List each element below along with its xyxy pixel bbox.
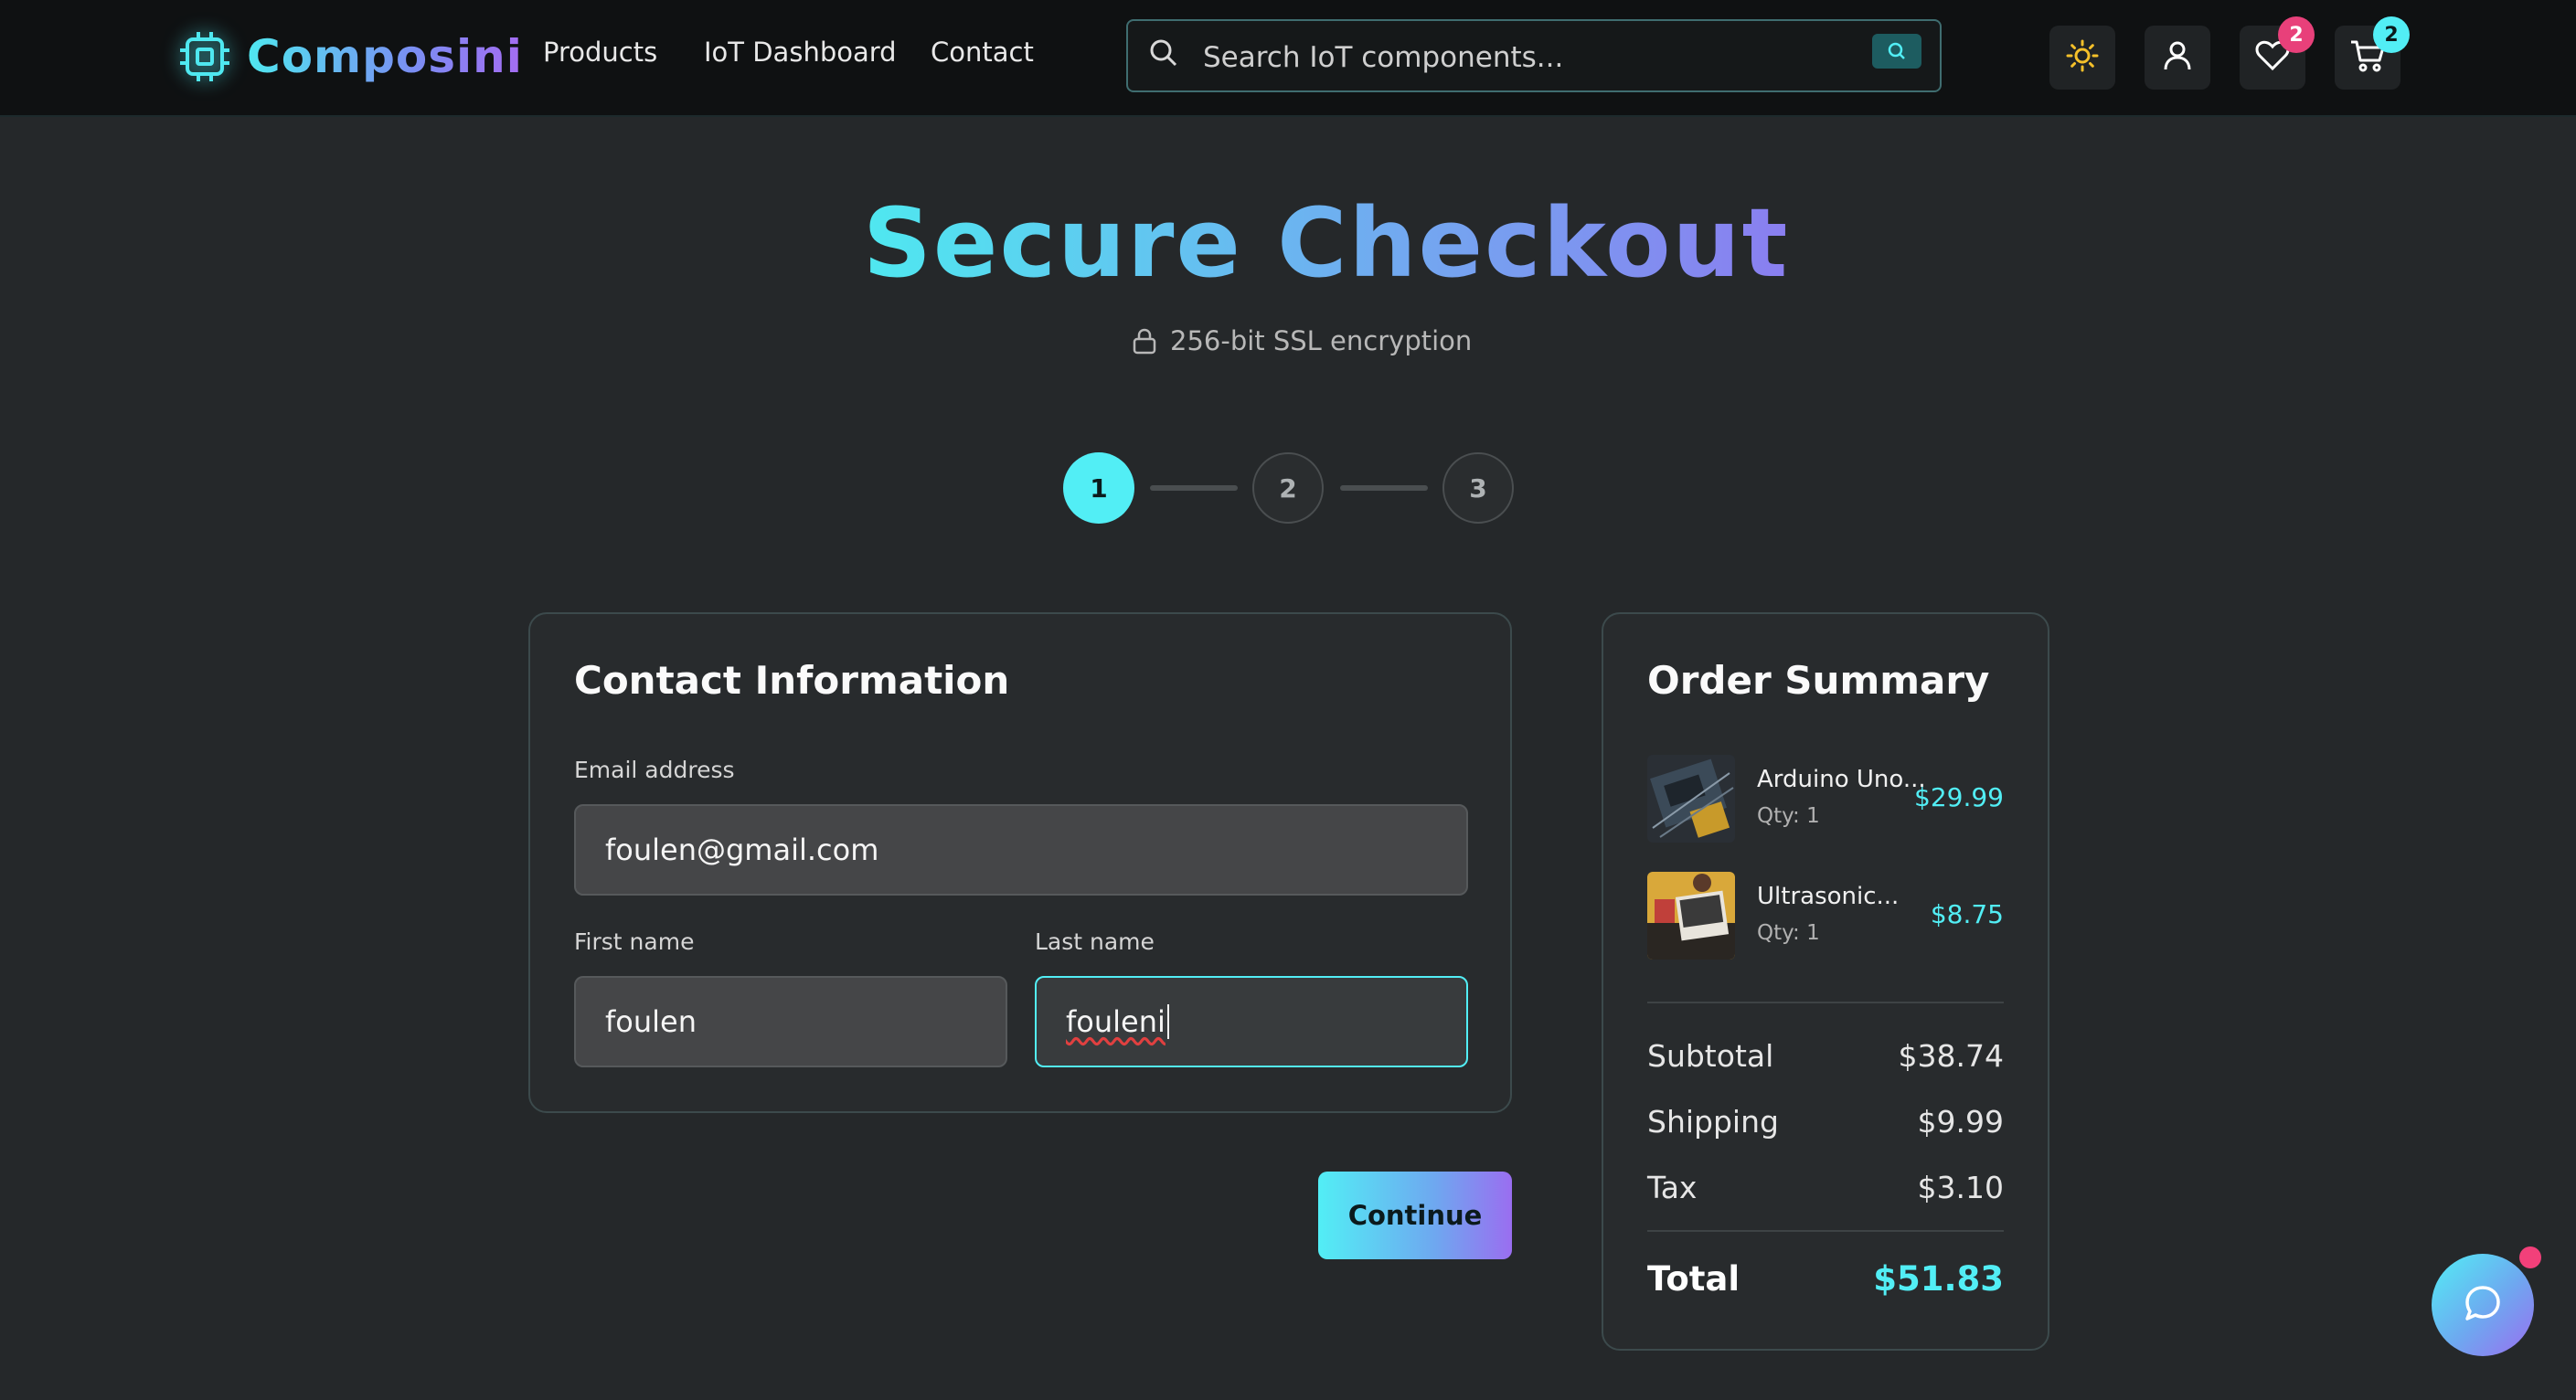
chip-icon	[177, 27, 232, 86]
tax-value: $3.10	[1917, 1170, 2004, 1205]
order-item-qty: Qty: 1	[1757, 804, 1820, 828]
first-name-field[interactable]: foulen	[574, 976, 1007, 1067]
search-input[interactable]: Search IoT components...	[1203, 41, 1563, 74]
search-icon	[1148, 37, 1179, 72]
search-bar: Search IoT components...	[1126, 19, 1942, 92]
arduino-uno-thumbnail	[1647, 755, 1735, 843]
order-item-qty: Qty: 1	[1757, 921, 1820, 945]
step-connector	[1340, 485, 1428, 491]
step-3: 3	[1442, 452, 1514, 524]
nav-iot-dashboard[interactable]: IoT Dashboard	[704, 37, 897, 68]
order-summary-title: Order Summary	[1647, 658, 1990, 703]
step-1: 1	[1063, 452, 1134, 524]
chat-button[interactable]	[2432, 1254, 2534, 1356]
theme-toggle-button[interactable]	[2049, 26, 2115, 90]
total-value: $51.83	[1873, 1259, 2004, 1299]
step-connector	[1150, 485, 1238, 491]
email-field[interactable]: foulen@gmail.com	[574, 804, 1468, 896]
subtotal-value: $38.74	[1898, 1038, 2004, 1074]
tax-label: Tax	[1647, 1170, 1698, 1205]
search-submit-button[interactable]	[1872, 34, 1921, 69]
ultrasonic-sensor-thumbnail	[1647, 872, 1735, 960]
last-name-label: Last name	[1035, 928, 1155, 955]
email-label: Email address	[574, 757, 735, 783]
page-title: Secure Checkout	[863, 187, 1790, 299]
order-summary-card	[1602, 612, 2049, 1351]
text-cursor	[1166, 1004, 1169, 1039]
summary-divider	[1647, 1002, 2004, 1003]
shipping-value: $9.99	[1917, 1104, 2004, 1140]
brand-name: Composini	[247, 30, 523, 83]
first-name-label: First name	[574, 928, 695, 955]
total-label: Total	[1647, 1259, 1740, 1299]
order-item-price: $8.75	[1930, 899, 2004, 929]
summary-divider	[1647, 1230, 2004, 1232]
contact-information-title: Contact Information	[574, 658, 1010, 703]
ssl-note: 256-bit SSL encryption	[1132, 325, 1472, 356]
first-name-value: foulen	[605, 1004, 697, 1039]
last-name-field[interactable]: fouleni	[1035, 976, 1468, 1067]
user-icon	[2161, 39, 2194, 76]
chat-notification-dot	[2519, 1246, 2541, 1268]
order-item-name: Ultrasonic...	[1757, 883, 1900, 910]
wishlist-button[interactable]: 2	[2240, 16, 2315, 90]
order-item-name: Arduino Uno...	[1757, 766, 1926, 793]
chat-bubble-icon	[2462, 1282, 2504, 1328]
nav-contact[interactable]: Contact	[931, 37, 1034, 68]
top-navbar: Composini Products IoT Dashboard Contact…	[0, 0, 2576, 117]
order-item-price: $29.99	[1914, 782, 2004, 812]
cart-count-badge: 2	[2373, 16, 2410, 53]
brand-logo[interactable]: Composini	[177, 27, 523, 86]
ssl-note-text: 256-bit SSL encryption	[1170, 325, 1473, 356]
wishlist-count-badge: 2	[2278, 16, 2315, 53]
nav-products[interactable]: Products	[543, 37, 657, 68]
email-value: foulen@gmail.com	[605, 833, 879, 867]
cart-button[interactable]: 2	[2335, 16, 2410, 90]
account-button[interactable]	[2145, 26, 2210, 90]
sun-icon	[2065, 38, 2100, 77]
continue-button[interactable]: Continue	[1318, 1172, 1512, 1259]
shipping-label: Shipping	[1647, 1104, 1779, 1140]
lock-icon	[1132, 327, 1157, 355]
subtotal-label: Subtotal	[1647, 1038, 1774, 1074]
last-name-value: fouleni	[1066, 1004, 1166, 1039]
step-2: 2	[1252, 452, 1324, 524]
